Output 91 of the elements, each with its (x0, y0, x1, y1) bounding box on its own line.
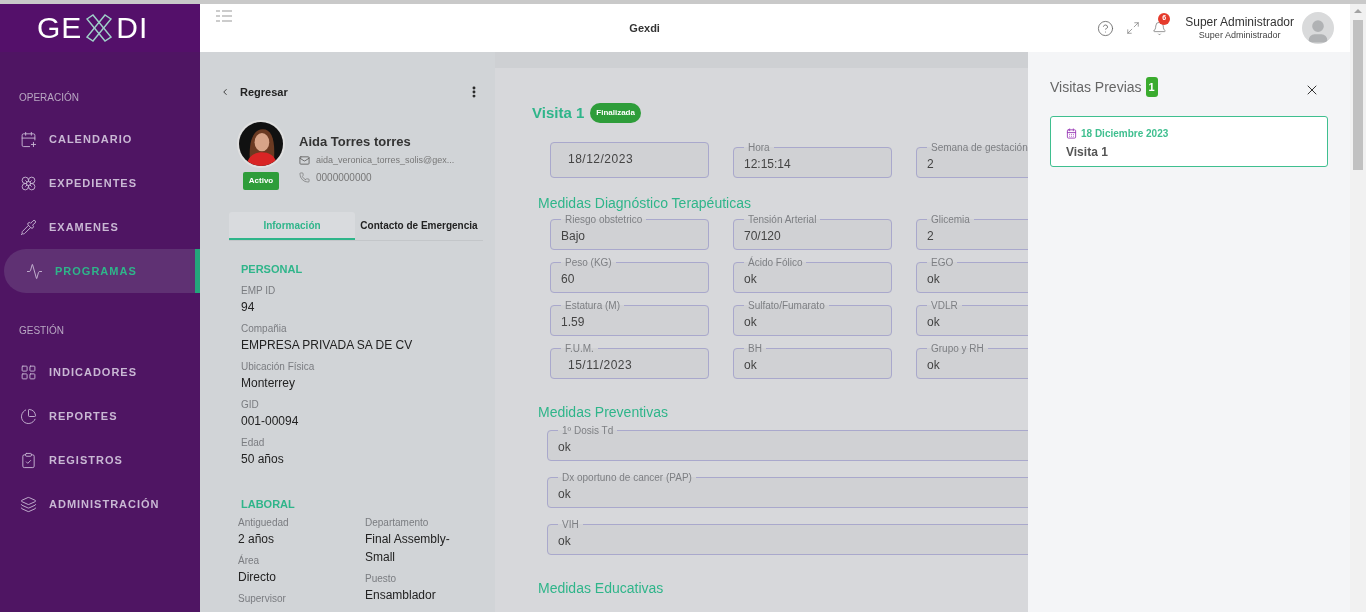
section-title: LABORAL (241, 496, 296, 512)
field-value: Directo (238, 569, 277, 586)
field-label: Departamento (365, 516, 430, 530)
input-field[interactable]: Tensión Arterial 70/120 (733, 213, 892, 250)
active-indicator (195, 249, 200, 293)
user-avatar[interactable] (1302, 12, 1334, 44)
field-label: EMP ID (241, 283, 277, 298)
input-field[interactable]: Riesgo obstetrico Bajo (550, 213, 709, 250)
help-icon[interactable] (1097, 19, 1115, 37)
nav-item[interactable]: PROGRAMAS (4, 249, 195, 293)
visit-title: Visita 1 (532, 103, 585, 123)
input-field[interactable]: Estatura (M) 1.59 (550, 299, 709, 336)
scroll-up-icon[interactable] (1354, 8, 1362, 14)
status-badge: Activo (242, 172, 280, 190)
phone-text: 0000000000 (316, 171, 372, 185)
input-field[interactable]: Grupo y RH ok (916, 342, 1028, 379)
input-field[interactable]: Sulfato/Fumarato ok (733, 299, 892, 336)
chevron-left-icon (220, 87, 230, 97)
section-heading: Medidas Educativas (538, 578, 665, 597)
date-field[interactable]: 18/12/2023 (550, 141, 709, 178)
input-field[interactable]: BH ok (733, 342, 892, 379)
field-value: Monterrey (241, 374, 297, 392)
field-value: Ensamblador (365, 587, 437, 604)
nav-item[interactable]: INDICADORES (0, 350, 200, 394)
calendar-icon (20, 130, 37, 148)
input-field[interactable]: Peso (KG) 60 (550, 256, 709, 293)
field-label: Puesto (365, 572, 398, 586)
input-field[interactable]: VIH ok (547, 518, 1028, 555)
visit-date: 18 Diciembre 2023 (1081, 127, 1169, 141)
input-field[interactable]: Semana de gestación 2 (916, 141, 1028, 178)
calendar-icon (1066, 128, 1077, 139)
field-label: GID (241, 397, 260, 412)
flower-icon (20, 174, 37, 192)
nav-item[interactable]: CALENDARIO (0, 117, 200, 161)
pulse-icon (26, 262, 43, 280)
field-label: Supervisor (238, 592, 287, 606)
field-value: 001-00094 (241, 412, 300, 430)
status-badge: Finalizada (590, 103, 641, 124)
input-field[interactable]: Ácido Fólico ok (733, 256, 892, 293)
email-text: aida_veronica_torres_solis@gex... (316, 153, 455, 167)
visit-name: Visita 1 (1066, 144, 1109, 161)
back-link[interactable]: Regresar (220, 83, 288, 101)
nav-item[interactable]: REPORTES (0, 394, 200, 438)
section-heading: Medidas Diagnóstico Terapéuticas (538, 193, 752, 212)
field-value: 2 años (238, 531, 276, 548)
visit-card[interactable]: 18 Diciembre 2023 Visita 1 (1050, 116, 1328, 167)
input-field[interactable]: VDLR ok (916, 299, 1028, 336)
field-label: Antiguedad (238, 516, 290, 530)
field-value: 94 (241, 298, 256, 316)
input-field[interactable]: Hora 12:15:14 (733, 141, 892, 178)
user-name: Super Administrador (1185, 15, 1294, 29)
user-role: Super Administrador (1198, 29, 1281, 41)
logo-text: DI (116, 13, 149, 43)
nav-item[interactable]: EXPEDIENTES (0, 161, 200, 205)
fullscreen-icon[interactable] (1126, 21, 1141, 35)
pie-chart-icon (20, 407, 37, 425)
phone-icon (299, 172, 310, 183)
nav-item[interactable]: ADMINISTRACIÓN (0, 482, 200, 526)
section-title: PERSONAL (241, 262, 304, 277)
section-label: GESTIÓN (18, 323, 65, 338)
field-value: EMPRESA PRIVADA SA DE CV (241, 336, 414, 354)
count-badge: 1 (1145, 77, 1158, 97)
input-field[interactable]: Dx oportuno de cancer (PAP) ok (547, 471, 1028, 508)
grid-icon (20, 363, 37, 381)
clipboard-check-icon (20, 451, 37, 469)
input-field[interactable]: 1º Dosis Td ok (547, 424, 1028, 461)
field-value: Final Assembly-Small (365, 531, 451, 566)
menu-icon[interactable] (216, 10, 232, 22)
nav-item[interactable]: REGISTROS (0, 438, 200, 482)
notification-icon[interactable] (1152, 20, 1168, 36)
scrollbar[interactable] (1350, 4, 1366, 612)
input-field[interactable]: Glicemia 2 (916, 213, 1028, 250)
layers-icon (20, 495, 37, 513)
section-label: OPERACIÓN (18, 90, 80, 105)
tab[interactable]: Contacto de Emergencia (355, 212, 483, 240)
field-label: Compañia (241, 321, 288, 336)
logo-text: GE (37, 13, 83, 43)
field-label: Ubicación Física (241, 359, 316, 374)
drawer-title: Visitas Previas (1050, 77, 1142, 97)
nav-item[interactable]: EXAMENES (0, 205, 200, 249)
field-label: Edad (241, 435, 266, 450)
field-value: 50 años (241, 450, 285, 468)
input-field[interactable]: EGO ok (916, 256, 1028, 293)
date-field[interactable]: F.U.M. 15/11/2023 (550, 342, 709, 379)
page-title: Gexdi (629, 20, 660, 36)
mail-icon (299, 154, 310, 166)
section-heading: Medidas Preventivas (538, 402, 669, 421)
field-label: Área (238, 554, 261, 568)
scroll-thumb[interactable] (1353, 20, 1363, 170)
profile-name: Aida Torres torres (299, 133, 412, 151)
pipette-icon (20, 218, 37, 236)
